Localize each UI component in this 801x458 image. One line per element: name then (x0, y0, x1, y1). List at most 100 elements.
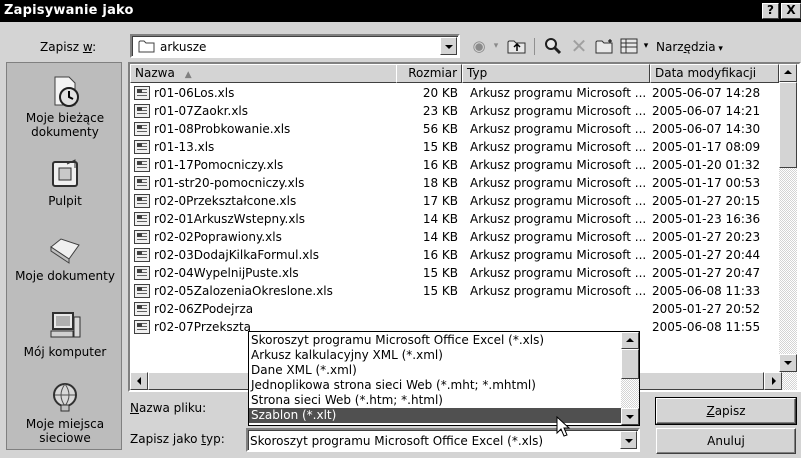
file-row[interactable]: r01-06Los.xls 20 KB Arkusz programu Micros… (130, 84, 780, 102)
file-date: 2005-01-23 16:36 (652, 212, 761, 226)
file-type: Arkusz programu Microsoft ... (470, 266, 646, 280)
file-row[interactable]: r01-17Pomocniczy.xls 16 KB Arkusz programu… (130, 156, 780, 174)
file-date: 2005-01-17 00:53 (652, 176, 761, 190)
back-dropdown-icon[interactable]: ▾ (490, 36, 502, 56)
up-folder-icon[interactable] (506, 36, 528, 56)
file-size: 14 KB (422, 212, 458, 226)
file-type: Arkusz programu Microsoft ... (470, 212, 646, 226)
search-web-icon[interactable] (542, 36, 564, 56)
file-name: r02-03DodajKilkaFormul.xls (154, 248, 319, 262)
delete-icon[interactable]: ✕ (568, 36, 590, 56)
file-type-dropdown-arrow[interactable] (620, 431, 637, 449)
scroll-right-button[interactable] (764, 372, 782, 390)
back-icon[interactable]: ◉ (468, 36, 490, 56)
file-type: Arkusz programu Microsoft ... (470, 230, 646, 244)
file-row[interactable]: r02-02Poprawiony.xls 14 KB Arkusz programu… (130, 228, 780, 246)
file-name: r02-02Poprawiony.xls (154, 230, 282, 244)
save-in-label: Zapisz w: (40, 40, 97, 54)
file-type-option[interactable]: Skoroszyt programu Microsoft Office Exce… (249, 333, 621, 348)
file-type-dropdown-list: Skoroszyt programu Microsoft Office Exce… (248, 331, 640, 426)
file-size: 15 KB (422, 266, 458, 280)
tools-menu[interactable]: Narzędzia ▾ (656, 40, 723, 54)
place-desktop[interactable]: Pulpit (7, 158, 123, 208)
excel-file-icon (134, 284, 150, 298)
column-header-type[interactable]: Typ (462, 64, 650, 83)
scroll-up-button[interactable] (779, 64, 797, 82)
file-name: r01-06Los.xls (154, 86, 235, 100)
file-date: 2005-01-27 20:44 (652, 248, 761, 262)
file-name: r01-08Probkowanie.xls (154, 122, 291, 136)
file-row[interactable]: r02-0Przekształcone.xls 17 KB Arkusz progr… (130, 192, 780, 210)
file-type: Arkusz programu Microsoft ... (470, 248, 646, 262)
file-row[interactable]: r02-04WypelnijPuste.xls 15 KB Arkusz progr… (130, 264, 780, 282)
my-computer-icon (47, 309, 83, 341)
scroll-down-button[interactable] (779, 354, 797, 372)
column-header-date[interactable]: Data modyfikacji (650, 64, 779, 83)
new-folder-icon[interactable] (594, 36, 616, 56)
desktop-icon (47, 158, 83, 190)
file-type-option[interactable]: Jednoplikowa strona sieci Web (*.mht; *.… (249, 378, 621, 393)
file-type-value: Skoroszyt programu Microsoft Office Exce… (250, 434, 544, 448)
file-name: r02-06ZPodejrza (154, 302, 254, 316)
file-name: r02-0Przekształcone.xls (154, 194, 297, 208)
file-date: 2005-06-07 14:21 (652, 104, 761, 118)
close-button[interactable]: X (781, 3, 801, 19)
save-button[interactable]: Zapisz (655, 397, 797, 425)
dropdown-scrollbar[interactable] (621, 332, 639, 425)
file-type-option[interactable]: Arkusz kalkulacyjny XML (*.xml) (249, 348, 621, 363)
views-icon[interactable] (618, 36, 640, 56)
file-type: Arkusz programu Microsoft ... (470, 194, 646, 208)
place-my-documents[interactable]: Moje dokumenty (7, 233, 123, 283)
dropdown-scroll-down-button[interactable] (621, 408, 639, 425)
save-in-combo[interactable]: arkusze (130, 34, 460, 58)
save-in-dropdown-arrow[interactable] (440, 37, 457, 55)
vertical-scrollbar[interactable] (779, 64, 797, 372)
cancel-button[interactable]: Anuluj (656, 428, 796, 454)
place-my-computer[interactable]: Mój komputer (7, 309, 123, 359)
place-network-places[interactable]: Moje miejsca sieciowe (7, 381, 123, 445)
file-type: Arkusz programu Microsoft ... (470, 284, 646, 298)
file-row[interactable]: r01-07Zaokr.xls 23 KB Arkusz programu Micr… (130, 102, 780, 120)
file-type-option[interactable]: Dane XML (*.xml) (249, 363, 621, 378)
file-date: 2005-01-27 20:52 (652, 302, 761, 316)
file-name: r02-04WypelnijPuste.xls (154, 266, 299, 280)
scroll-left-button[interactable] (130, 372, 148, 390)
file-size: 17 KB (422, 194, 458, 208)
dropdown-scroll-up-button[interactable] (621, 332, 639, 349)
file-row[interactable]: r02-05ZalozeniaOkreslone.xls 15 KB Arkusz … (130, 282, 780, 300)
file-type: Arkusz programu Microsoft ... (470, 176, 646, 190)
file-date: 2005-06-08 11:33 (652, 284, 761, 298)
file-row[interactable]: r01-08Probkowanie.xls 56 KB Arkusz program… (130, 120, 780, 138)
scroll-thumb[interactable] (779, 82, 797, 168)
excel-file-icon (134, 248, 150, 262)
file-row[interactable]: r02-06ZPodejrza 2005-01-27 20:52 (130, 300, 780, 318)
help-button[interactable]: ? (762, 3, 779, 19)
file-size: 16 KB (422, 158, 458, 172)
file-date: 2005-06-07 14:28 (652, 86, 761, 100)
file-date: 2005-06-08 11:55 (652, 320, 761, 334)
file-row[interactable]: r02-01ArkuszWstepny.xls 14 KB Arkusz progr… (130, 210, 780, 228)
file-size: 15 KB (422, 140, 458, 154)
sort-ascending-icon: ▲ (184, 70, 192, 80)
excel-file-icon (134, 176, 150, 190)
place-recent-documents[interactable]: Moje bieżące dokumenty (7, 75, 123, 139)
file-row[interactable]: r02-03DodajKilkaFormul.xls 16 KB Arkusz pr… (130, 246, 780, 264)
file-date: 2005-06-07 14:30 (652, 122, 761, 136)
dialog-title: Zapisywanie jako (4, 3, 134, 18)
excel-file-icon (134, 122, 150, 136)
excel-file-icon (134, 302, 150, 316)
file-type-combo[interactable]: Skoroszyt programu Microsoft Office Exce… (246, 428, 640, 452)
file-row[interactable]: r01-str20-pomocniczy.xls 18 KB Arkusz prog… (130, 174, 780, 192)
folder-icon (138, 40, 155, 53)
excel-file-icon (134, 266, 150, 280)
file-type-option[interactable]: Strona sieci Web (*.htm; *.html) (249, 393, 621, 408)
file-size: 18 KB (422, 176, 458, 190)
column-header-size[interactable]: Rozmiar (396, 64, 462, 83)
views-dropdown-icon[interactable]: ▾ (640, 36, 652, 56)
file-name: r01-13.xls (154, 140, 215, 154)
recent-documents-icon (47, 75, 83, 107)
dropdown-scroll-thumb[interactable] (621, 349, 639, 379)
file-row[interactable]: r01-13.xls 15 KB Arkusz programu Microsoft… (130, 138, 780, 156)
file-size: 56 KB (422, 122, 458, 136)
places-bar: Moje bieżące dokumenty Pulpit Moje dokum… (6, 62, 122, 450)
